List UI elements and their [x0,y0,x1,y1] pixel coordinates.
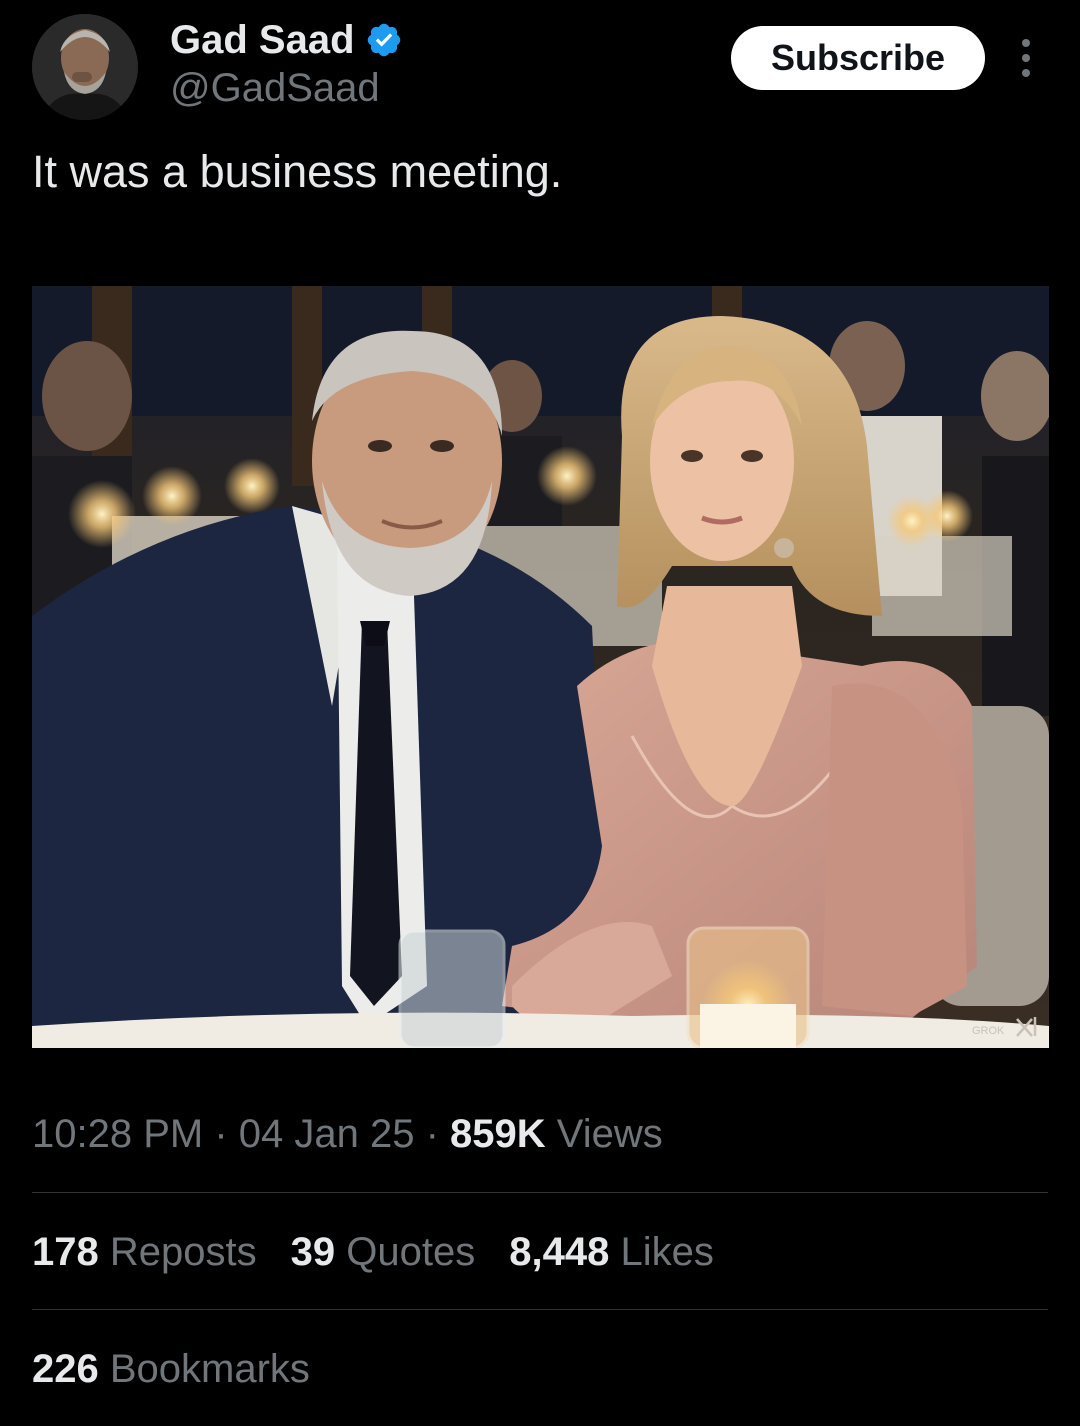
tweet-time[interactable]: 10:28 PM [32,1112,203,1156]
quotes-count: 39 [290,1230,336,1274]
grok-watermark: GROK [972,1025,1005,1037]
divider [32,1192,1048,1193]
bookmarks-label: Bookmarks [109,1347,310,1391]
bookmarks-stat[interactable]: 226 Bookmarks [32,1347,310,1392]
engagement-stats: 178 Reposts 39 Quotes 8,448 Likes [32,1230,748,1275]
avatar-portrait [32,14,138,120]
reposts-label: Reposts [109,1230,257,1274]
handle[interactable]: @GadSaad [170,66,380,111]
display-name[interactable]: Gad Saad [170,16,403,64]
likes-label: Likes [620,1230,714,1274]
quotes-stat[interactable]: 39 Quotes [291,1230,476,1275]
divider [32,1309,1048,1310]
bookmarks-count: 226 [32,1347,99,1391]
views-count: 859K [450,1112,546,1156]
quotes-label: Quotes [346,1230,476,1274]
tweet-date[interactable]: 04 Jan 25 [239,1112,415,1156]
tweet-media-image[interactable]: GROK [32,286,1049,1048]
meta-separator: · [203,1112,239,1156]
reposts-stat[interactable]: 178 Reposts [32,1230,257,1275]
meta-separator: · [414,1112,451,1156]
reposts-count: 178 [32,1230,99,1274]
likes-stat[interactable]: 8,448 Likes [509,1230,714,1275]
verified-badge-icon [365,21,403,59]
subscribe-button[interactable]: Subscribe [731,26,985,90]
display-name-text: Gad Saad [170,17,355,62]
more-vertical-icon[interactable] [1006,36,1046,80]
views-label: Views [556,1112,663,1156]
tweet-metadata: 10:28 PM · 04 Jan 25 · 859K Views [32,1112,663,1157]
tweet-text: It was a business meeting. [32,146,563,197]
likes-count: 8,448 [509,1230,610,1274]
avatar[interactable] [32,14,138,120]
